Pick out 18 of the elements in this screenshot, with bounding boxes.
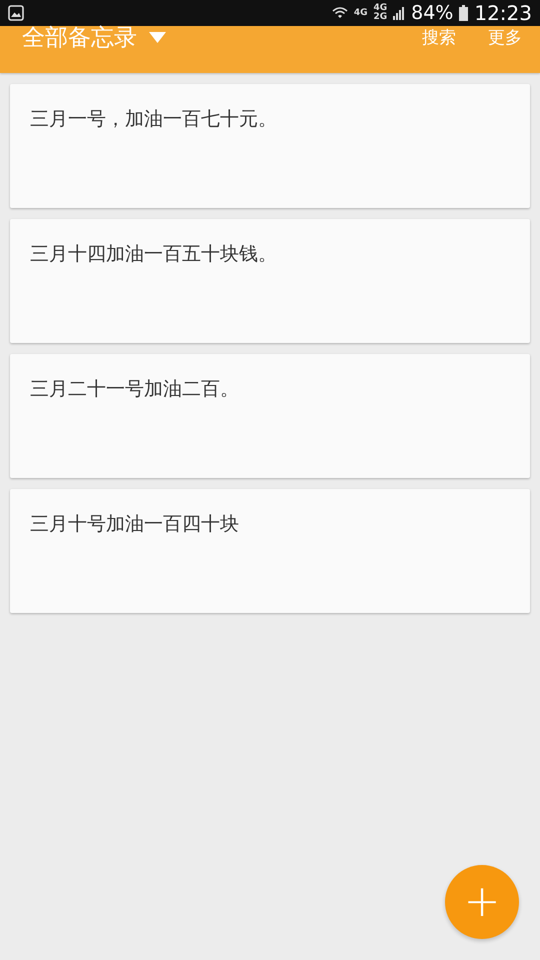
battery-icon [459,5,468,21]
note-card[interactable]: 三月十号加油一百四十块 [10,489,530,613]
signal-icon [393,5,406,21]
network-label: 4G [373,4,388,13]
note-text: 三月十四加油一百五十块钱。 [30,243,277,265]
note-text: 三月二十一号加油二百。 [30,378,239,400]
wifi-icon [332,5,348,21]
note-text: 三月十号加油一百四十块 [30,513,239,535]
note-card[interactable]: 三月十四加油一百五十块钱。 [10,219,530,343]
battery-percent: 84% [411,2,454,24]
network-label: 2G [373,13,388,22]
note-card[interactable]: 三月二十一号加油二百。 [10,354,530,478]
note-text: 三月一号，加油一百七十元。 [30,108,277,130]
clock: 12:23 [474,1,532,25]
note-card[interactable]: 三月一号，加油一百七十元。 [10,84,530,208]
network-label: 4G [354,8,368,18]
picture-icon [8,5,24,21]
dropdown-caret-icon [149,32,166,43]
